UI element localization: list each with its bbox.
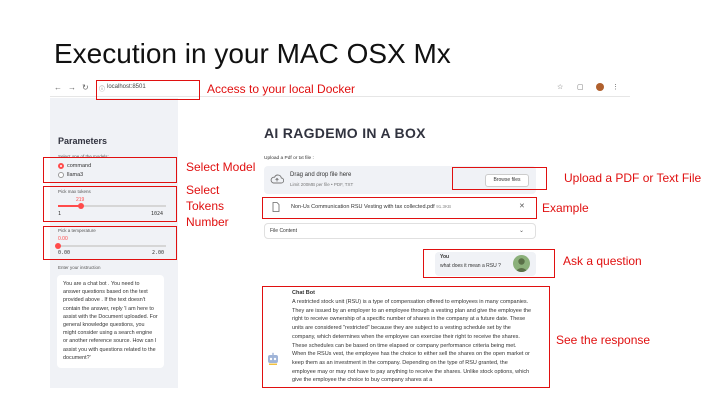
instruction-textarea[interactable]: You are a chat bot . You need to answer …	[57, 275, 164, 368]
annotation-box-file	[262, 197, 537, 219]
sidebar-title: Parameters	[58, 136, 108, 146]
annotation-docker: Access to your local Docker	[207, 82, 356, 96]
annotation-box-temperature	[43, 226, 177, 260]
annotation-select-model: Select Model	[186, 160, 256, 174]
chevron-down-icon[interactable]: ⌄	[519, 227, 524, 234]
annotation-box-model	[43, 157, 177, 183]
annotation-box-url	[96, 80, 200, 100]
annotation-box-tokens	[43, 186, 177, 222]
expander-label: File Content	[270, 228, 297, 234]
dropzone-limit: Limit 200MB per file • PDF, TXT	[290, 182, 354, 187]
annotation-upload: Upload a PDF or Text File	[564, 171, 702, 185]
instruction-label: Enter your instruction	[58, 265, 101, 270]
bookmark-star-icon[interactable]: ☆	[557, 83, 563, 91]
upload-label: Upload a Pdf or txt file :	[264, 156, 314, 161]
profile-avatar[interactable]	[596, 83, 604, 91]
file-content-expander[interactable]	[264, 223, 536, 239]
slide-title: Execution in your MAC OSX Mx	[54, 38, 451, 69]
annotation-box-question	[423, 249, 555, 278]
back-icon[interactable]: ←	[54, 83, 62, 92]
annotation-select-tokens: Select Tokens Number	[186, 183, 229, 229]
annotation-box-browse	[452, 167, 547, 190]
annotation-response: See the response	[556, 333, 651, 347]
dropzone-text: Drag and drop file here	[290, 172, 352, 178]
annotation-ask: Ask a question	[563, 254, 642, 268]
annotation-example: Example	[542, 201, 589, 215]
browser-menu-icon[interactable]: ⋮	[612, 83, 619, 91]
cloud-upload-icon	[270, 174, 284, 184]
app-title: AI RAGDEMO IN A BOX	[264, 125, 426, 141]
reload-icon[interactable]: ↻	[82, 83, 89, 92]
annotation-box-response	[262, 286, 550, 388]
extensions-icon[interactable]: ▢	[577, 83, 584, 91]
forward-icon[interactable]: →	[68, 83, 76, 92]
